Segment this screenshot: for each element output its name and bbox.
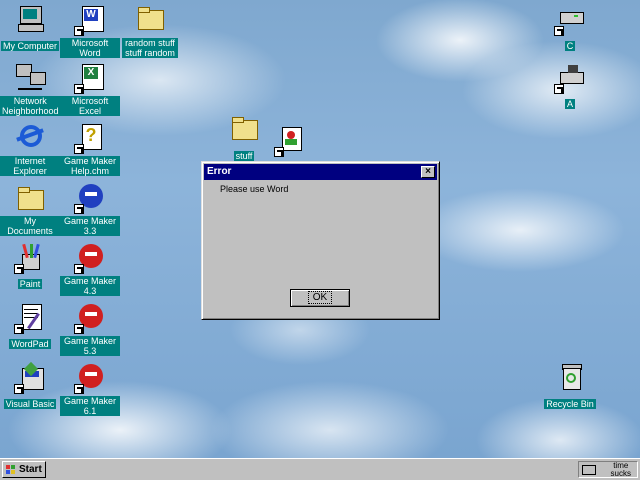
desktop: My Computer Network Neighborhood Interne…: [0, 0, 640, 458]
shortcut-arrow-icon: [74, 84, 84, 94]
icon-label: Game Maker 5.3: [60, 336, 120, 356]
icon-label: Game Maker 6.1: [60, 396, 120, 416]
shortcut-arrow-icon: [74, 264, 84, 274]
visual-basic-shortcut[interactable]: Visual Basic: [0, 361, 60, 412]
computer-icon: [14, 4, 46, 36]
microsoft-excel-shortcut[interactable]: X Microsoft Excel: [60, 62, 120, 119]
help-file-icon: ?: [74, 122, 106, 154]
folder-icon: [228, 114, 260, 146]
icon-label: stuff: [233, 151, 255, 161]
icon-label: Visual Basic: [3, 399, 57, 409]
shortcut-arrow-icon: [14, 384, 24, 394]
folder-icon: [14, 182, 46, 214]
dialog-title: Error: [207, 166, 232, 177]
wordpad-icon: [14, 302, 46, 334]
hard-drive-icon: [554, 4, 586, 36]
shortcut-arrow-icon: [554, 26, 564, 36]
microsoft-word-shortcut[interactable]: W Microsoft Word: [60, 4, 120, 61]
paint-icon: [14, 242, 46, 274]
my-computer-shortcut[interactable]: My Computer: [0, 4, 60, 54]
excel-icon: X: [74, 62, 106, 94]
icon-label: Game Maker Help.chm: [60, 156, 120, 176]
network-neighborhood-shortcut[interactable]: Network Neighborhood: [0, 62, 61, 119]
game-maker-61-shortcut[interactable]: Game Maker 6.1: [60, 362, 120, 419]
icon-label: Game Maker 4.3: [60, 276, 120, 296]
icon-label: C: [564, 41, 576, 51]
ok-button-label: OK: [307, 291, 333, 304]
random-stuff-folder[interactable]: random stuff stuff random: [120, 4, 180, 61]
icon-label: A: [564, 99, 575, 109]
ok-button[interactable]: OK: [290, 289, 350, 307]
shortcut-arrow-icon: [74, 26, 84, 36]
icon-label: Microsoft Word: [60, 38, 120, 58]
start-label: Start: [19, 464, 42, 475]
start-button[interactable]: Start: [2, 461, 46, 478]
game-maker-43-icon: [74, 242, 106, 274]
shortcut-arrow-icon: [274, 147, 284, 157]
close-button[interactable]: ×: [421, 166, 435, 178]
internet-explorer-icon: [14, 122, 46, 154]
icon-label: Paint: [17, 279, 43, 289]
shortcut-arrow-icon: [74, 324, 84, 334]
shortcut-arrow-icon: [74, 204, 84, 214]
windows-logo-icon: [6, 465, 16, 474]
icon-label: My Documents: [0, 216, 60, 236]
game-maker-help-shortcut[interactable]: ? Game Maker Help.chm: [60, 122, 120, 179]
drive-a-shortcut[interactable]: A: [540, 62, 600, 112]
game-maker-33-icon: [74, 182, 106, 214]
folder-icon: [134, 4, 166, 36]
clock[interactable]: time sucks: [611, 462, 631, 478]
icon-label: Internet Explorer: [0, 156, 60, 176]
shortcut-arrow-icon: [74, 144, 84, 154]
internet-explorer-shortcut[interactable]: Internet Explorer: [0, 122, 60, 179]
selected-shortcut[interactable]: [260, 125, 320, 157]
icon-label: Game Maker 3.3: [60, 216, 120, 236]
drive-c-shortcut[interactable]: C: [540, 4, 600, 54]
network-icon: [14, 62, 46, 94]
recycle-bin-icon: [554, 362, 586, 394]
icon-label: WordPad: [9, 339, 51, 349]
word-icon: W: [74, 4, 106, 36]
icon-label: Recycle Bin: [544, 399, 596, 409]
game-maker-33-shortcut[interactable]: Game Maker 3.3: [60, 182, 120, 239]
game-maker-53-icon: [74, 302, 106, 334]
game-maker-61-icon: [74, 362, 106, 394]
taskbar: Start time sucks: [0, 458, 640, 480]
system-tray: time sucks: [578, 461, 638, 478]
floppy-drive-icon: [554, 62, 586, 94]
icon-label: Network Neighborhood: [0, 96, 61, 116]
game-maker-53-shortcut[interactable]: Game Maker 5.3: [60, 302, 120, 359]
shortcut-arrow-icon: [554, 84, 564, 94]
shortcut-arrow-icon: [74, 384, 84, 394]
icon-label: My Computer: [0, 41, 59, 51]
icon-label: random stuff stuff random: [122, 38, 178, 58]
wordpad-shortcut[interactable]: WordPad: [0, 302, 60, 352]
game-maker-43-shortcut[interactable]: Game Maker 4.3: [60, 242, 120, 299]
shortcut-arrow-icon: [14, 264, 24, 274]
paint-shortcut[interactable]: Paint: [0, 242, 60, 292]
visual-basic-icon: [14, 361, 46, 394]
recycle-bin[interactable]: Recycle Bin: [540, 362, 600, 412]
program-icon: [274, 125, 306, 157]
error-dialog: Error × Please use Word OK: [201, 161, 440, 320]
clock-line-2: sucks: [610, 469, 631, 478]
dialog-titlebar[interactable]: Error ×: [204, 164, 437, 180]
shortcut-arrow-icon: [14, 324, 24, 334]
icon-label: Microsoft Excel: [60, 96, 120, 116]
dialog-message: Please use Word: [220, 184, 289, 194]
network-tray-icon[interactable]: [582, 465, 596, 475]
my-documents-shortcut[interactable]: My Documents: [0, 182, 60, 239]
